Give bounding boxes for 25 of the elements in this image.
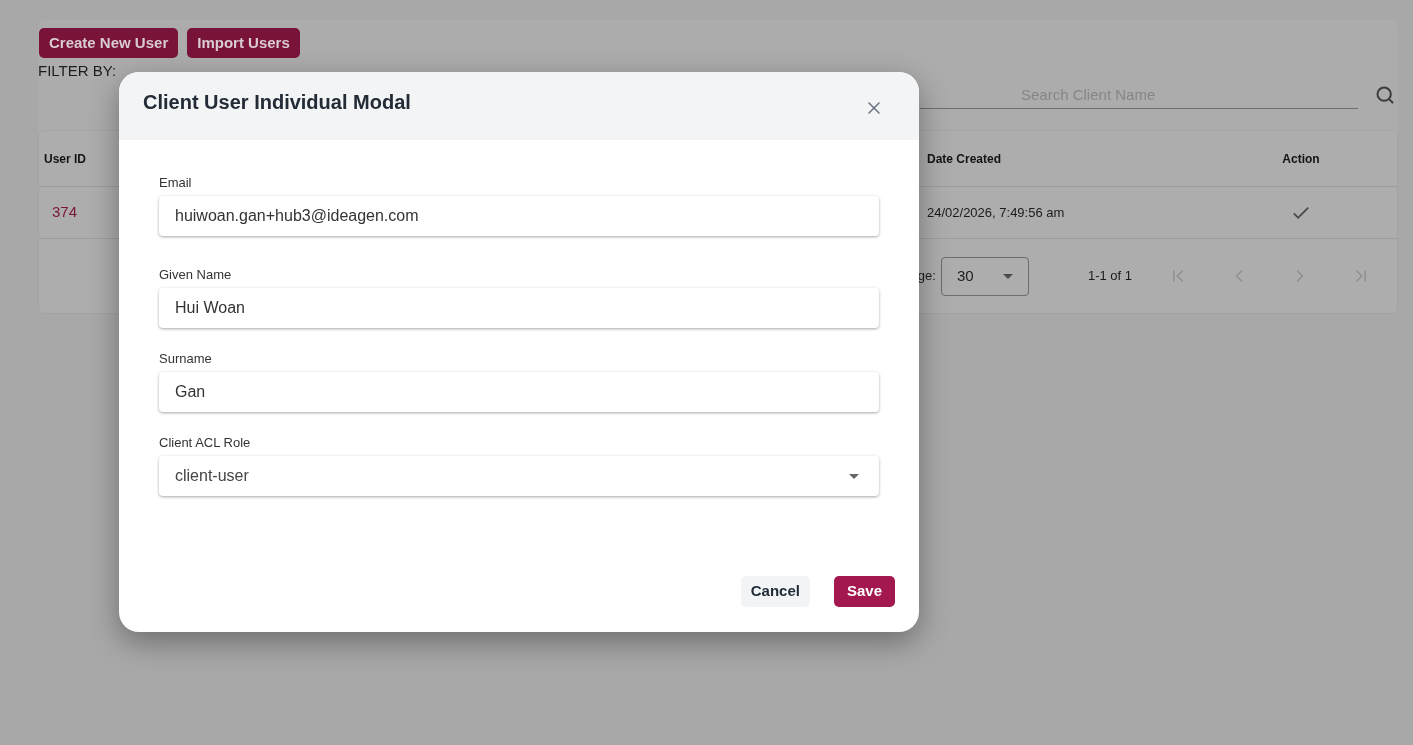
cancel-button[interactable]: Cancel bbox=[740, 576, 810, 607]
page-range: 1-1 of 1 bbox=[1087, 267, 1132, 286]
field-label: Email bbox=[159, 175, 192, 190]
modal-title: Client User Individual Modal bbox=[143, 90, 411, 115]
search-icon[interactable] bbox=[1375, 85, 1395, 105]
table-cell: 24/02/2026, 7:49:56 am bbox=[927, 204, 1065, 220]
field-label: Client ACL Role bbox=[159, 435, 251, 450]
field-label: Given Name bbox=[159, 267, 232, 282]
toolbar-button[interactable]: Create New User bbox=[39, 28, 179, 58]
check-icon[interactable] bbox=[1293, 206, 1309, 219]
input-field[interactable]: huiwoan.gan+hub3@ideagen.com bbox=[159, 196, 879, 236]
save-button[interactable]: Save bbox=[833, 576, 895, 607]
column-header: Action bbox=[1282, 151, 1320, 166]
input-field[interactable]: Hui Woan bbox=[159, 288, 879, 328]
role-select[interactable]: client-user bbox=[159, 456, 879, 496]
toolbar-button[interactable]: Import Users bbox=[187, 28, 300, 58]
caret-icon bbox=[849, 473, 859, 479]
field-label: Surname bbox=[159, 351, 212, 366]
column-header: Date Created bbox=[927, 151, 1002, 166]
filter-label: FILTER BY: bbox=[38, 62, 117, 79]
table-cell: 374 bbox=[52, 203, 78, 221]
input-field[interactable]: Gan bbox=[159, 372, 879, 412]
column-header: User ID bbox=[44, 151, 87, 166]
rows-per-page-select[interactable]: 30 bbox=[940, 256, 1029, 296]
caret-icon bbox=[1002, 273, 1013, 279]
